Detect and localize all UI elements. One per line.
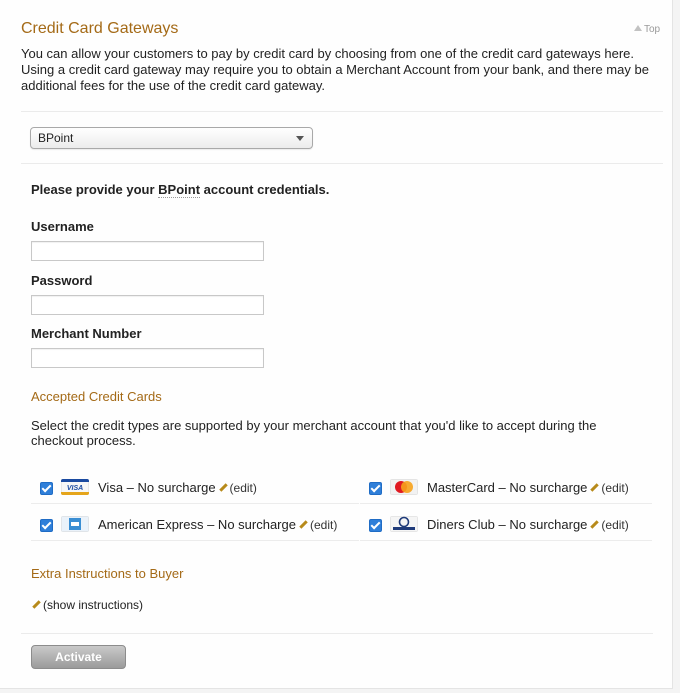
amex-label: American Express – No surcharge xyxy=(98,517,296,532)
svg-text:VISA: VISA xyxy=(67,485,83,492)
username-label: Username xyxy=(31,219,94,234)
merchant-number-field[interactable] xyxy=(31,348,264,368)
diners-card-entry: Diners Club – No surcharge (edit) xyxy=(427,517,629,532)
intro-text: You can allow your customers to pay by c… xyxy=(21,46,649,93)
pencil-icon xyxy=(218,483,228,492)
credentials-prompt-start: Please provide your xyxy=(31,182,159,197)
activate-button[interactable]: Activate xyxy=(31,645,126,669)
visa-card-entry: Visa – No surcharge (edit) xyxy=(98,480,257,495)
password-label: Password xyxy=(31,273,93,288)
mastercard-checkbox[interactable] xyxy=(369,482,382,495)
divider xyxy=(21,163,663,164)
gateway-panel: Credit Card Gateways Top You can allow y… xyxy=(0,0,673,689)
visa-edit-link[interactable]: (edit) xyxy=(230,481,257,495)
gateway-select-value: BPoint xyxy=(38,131,74,145)
divider xyxy=(21,111,663,112)
top-link-label: Top xyxy=(644,24,661,35)
chevron-down-icon xyxy=(296,136,304,141)
extra-instructions-heading: Extra Instructions to Buyer xyxy=(31,566,184,581)
page-title: Credit Card Gateways xyxy=(21,20,179,37)
amex-logo-icon xyxy=(61,516,89,532)
visa-checkbox[interactable] xyxy=(40,482,53,495)
card-row-diners: Diners Club – No surcharge (edit) xyxy=(360,510,652,541)
card-row-visa: VISA Visa – No surcharge (edit) xyxy=(31,473,359,504)
credentials-prompt-end: account credentials. xyxy=(200,182,330,197)
top-link[interactable]: Top xyxy=(634,24,660,35)
show-instructions-label: (show instructions) xyxy=(43,598,144,612)
diners-label: Diners Club – No surcharge xyxy=(427,517,588,532)
pencil-icon xyxy=(32,600,41,609)
card-row-amex: American Express – No surcharge (edit) xyxy=(31,510,359,541)
credentials-prompt: Please provide your BPoint account crede… xyxy=(31,182,330,198)
pencil-icon xyxy=(299,520,308,529)
pencil-icon xyxy=(590,483,600,492)
diners-edit-link[interactable]: (edit) xyxy=(601,518,628,532)
mastercard-logo-icon xyxy=(390,479,418,495)
amex-checkbox[interactable] xyxy=(40,519,53,532)
mastercard-label: MasterCard – No surcharge xyxy=(427,480,588,495)
mastercard-edit-link[interactable]: (edit) xyxy=(601,481,628,495)
accepted-cards-heading: Accepted Credit Cards xyxy=(31,389,162,404)
amex-card-entry: American Express – No surcharge (edit) xyxy=(98,517,337,532)
amex-edit-link[interactable]: (edit) xyxy=(310,518,337,532)
diners-logo-icon xyxy=(390,516,418,532)
merchant-number-label: Merchant Number xyxy=(31,326,142,341)
username-field[interactable] xyxy=(31,241,264,261)
card-row-mastercard: MasterCard – No surcharge (edit) xyxy=(360,473,652,504)
pencil-icon xyxy=(590,520,600,529)
gateway-name: BPoint xyxy=(158,182,201,198)
mastercard-card-entry: MasterCard – No surcharge (edit) xyxy=(427,480,629,495)
diners-checkbox[interactable] xyxy=(369,519,382,532)
accepted-cards-description: Select the credit types are supported by… xyxy=(31,418,597,448)
gateway-select[interactable]: BPoint xyxy=(30,127,313,149)
arrow-up-icon xyxy=(634,25,642,31)
show-instructions-link[interactable]: (show instructions) xyxy=(31,598,143,612)
password-field[interactable] xyxy=(31,295,264,315)
visa-logo-icon: VISA xyxy=(61,479,89,495)
divider xyxy=(21,633,653,634)
visa-label: Visa – No surcharge xyxy=(98,480,216,495)
